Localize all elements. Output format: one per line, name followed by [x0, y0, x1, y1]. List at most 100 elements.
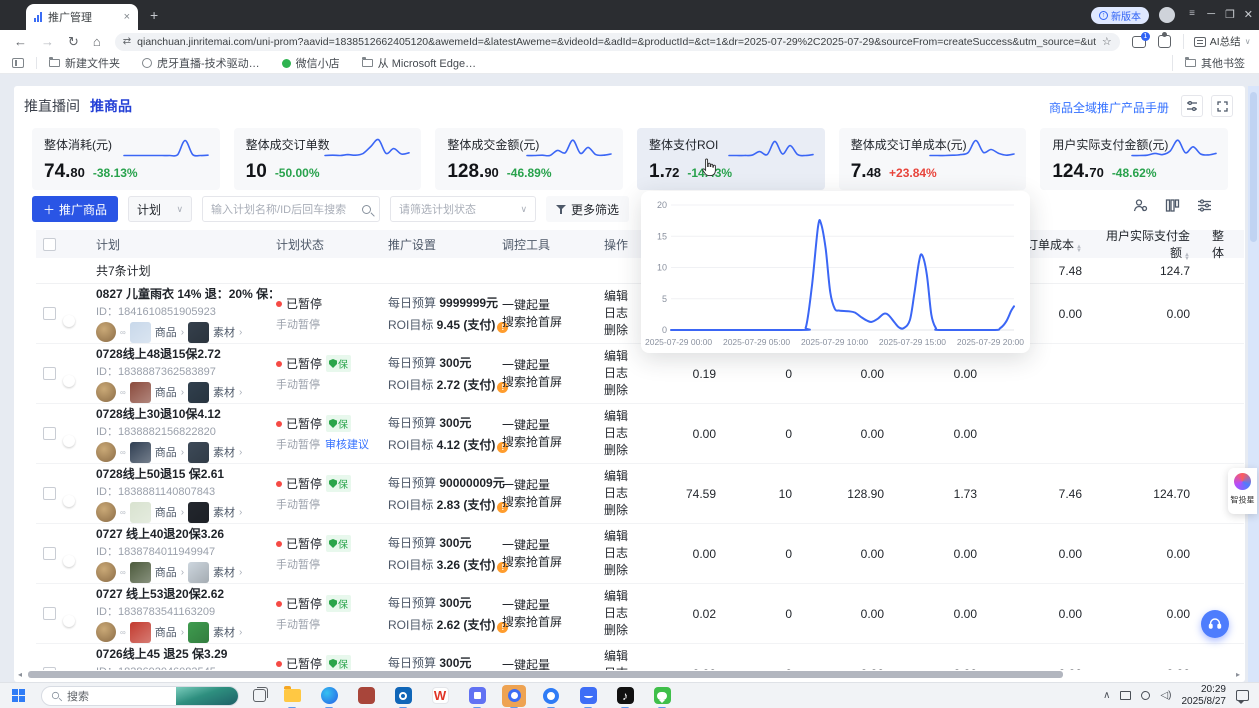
more-filter-button[interactable]: 更多筛选 [546, 196, 629, 222]
new-version-button[interactable]: ↑ 新版本 [1091, 7, 1149, 24]
edit-link[interactable]: 编辑 [604, 468, 654, 485]
plan-type-select[interactable]: 计划∨ [128, 196, 192, 222]
product-thumbnail[interactable] [130, 562, 151, 583]
tab-close-icon[interactable]: × [124, 11, 130, 23]
sort-icon[interactable]: ▲▼ [1184, 253, 1190, 261]
boost-link[interactable]: 一键起量 [502, 657, 584, 671]
browser-tab[interactable]: 推广管理 × [26, 4, 138, 30]
plan-title[interactable]: 0827 儿童雨衣 14% 退：20% 保：9.92 [96, 285, 272, 302]
edit-link[interactable]: 编辑 [604, 648, 654, 665]
row-checkbox[interactable] [43, 487, 56, 500]
product-manual-link[interactable]: 商品全域推广产品手册 [1049, 99, 1169, 116]
stat-card[interactable]: 用户实际支付金额(元)124.70-48.62% [1040, 128, 1228, 190]
tab-promote-product[interactable]: 推商品 [90, 96, 132, 116]
tray-display-icon[interactable] [1120, 691, 1131, 700]
delete-link[interactable]: 删除 [604, 622, 654, 639]
back-icon[interactable]: ← [14, 34, 27, 49]
tray-mic-icon[interactable] [1141, 691, 1150, 700]
stat-card[interactable]: 整体消耗(元)74.80-38.13% [32, 128, 220, 190]
material-thumbnail[interactable] [188, 622, 209, 643]
log-link[interactable]: 日志 [604, 485, 654, 502]
help-button[interactable] [1201, 610, 1229, 638]
edit-link[interactable]: 编辑 [604, 588, 654, 605]
search-screen-link[interactable]: 搜索抢首屏 [502, 374, 584, 391]
material-link[interactable]: 素材 [213, 624, 235, 640]
material-thumbnail[interactable] [188, 562, 209, 583]
row-checkbox[interactable] [43, 307, 56, 320]
taskbar-app-blue-app-icon[interactable] [576, 685, 600, 707]
tray-expand-icon[interactable]: ∧ [1103, 690, 1110, 701]
search-screen-link[interactable]: 搜索抢首屏 [502, 614, 584, 631]
sort-icon[interactable]: ▲▼ [1076, 245, 1082, 253]
assistant-widget[interactable]: 智投星 [1228, 468, 1257, 514]
delete-link[interactable]: 删除 [604, 502, 654, 519]
task-view-button[interactable] [253, 689, 266, 702]
bookmark-item[interactable]: 虎牙直播-技术驱动… [142, 55, 260, 71]
plan-title[interactable]: 0728线上48退15保2.72 [96, 345, 272, 362]
material-thumbnail[interactable] [188, 442, 209, 463]
material-link[interactable]: 素材 [213, 324, 235, 340]
horizontal-scrollbar[interactable]: ◂ ▸ [18, 670, 1240, 679]
metric-adjust-button[interactable] [1181, 95, 1203, 117]
material-link[interactable]: 素材 [213, 564, 235, 580]
site-info-icon[interactable]: ⇄ [123, 36, 131, 47]
col-user-paid[interactable]: 用户实际支付金额▲▼ [1096, 227, 1204, 261]
plan-title[interactable]: 0728线上50退15 保2.61 [96, 465, 272, 482]
page-scrollbar[interactable] [1248, 86, 1259, 682]
review-suggestion-link[interactable]: 审核建议 [325, 436, 369, 452]
column-settings-icon[interactable] [1165, 198, 1180, 213]
page-scroll-thumb[interactable] [1250, 92, 1257, 242]
taskbar-app-file-explorer-icon[interactable] [280, 685, 304, 707]
window-close-icon[interactable]: ✕ [1244, 8, 1253, 21]
stat-card[interactable]: 整体成交金额(元)128.90-46.89% [435, 128, 623, 190]
taskbar-app-douyin-icon[interactable]: ♪ [613, 685, 637, 707]
col-status[interactable]: 计划状态 [272, 236, 380, 253]
browser-menu-icon[interactable]: ≡ [1189, 8, 1195, 19]
plan-title[interactable]: 0727 线上40退20保3.26 [96, 525, 272, 542]
delete-link[interactable]: 删除 [604, 562, 654, 579]
side-panel-icon[interactable] [12, 58, 24, 68]
log-link[interactable]: 日志 [604, 605, 654, 622]
plan-title[interactable]: 0727 线上53退20保2.62 [96, 585, 272, 602]
notification-icon[interactable] [1236, 690, 1249, 701]
ai-summary-button[interactable]: AI总结 ∨ [1183, 34, 1251, 49]
stat-card[interactable]: 整体成交订单成本(元)7.48+23.84% [839, 128, 1027, 190]
scroll-right-icon[interactable]: ▸ [1236, 670, 1240, 679]
tab-live-room[interactable]: 推直播间 [24, 96, 80, 116]
plan-title[interactable]: 0728线上30退10保4.12 [96, 405, 272, 422]
taskbar-search[interactable]: 搜索 [41, 686, 239, 706]
log-link[interactable]: 日志 [604, 545, 654, 562]
bookmark-item[interactable]: 新建文件夹 [49, 55, 120, 71]
maximize-icon[interactable]: ❐ [1225, 8, 1235, 21]
search-screen-link[interactable]: 搜索抢首屏 [502, 554, 584, 571]
scroll-thumb[interactable] [28, 671, 1063, 678]
material-link[interactable]: 素材 [213, 504, 235, 520]
search-screen-link[interactable]: 搜索抢首屏 [502, 314, 584, 331]
minimize-icon[interactable]: ─ [1207, 8, 1215, 20]
taskbar-app-edge-icon[interactable] [317, 685, 341, 707]
taskbar-app-purple-app-icon[interactable] [465, 685, 489, 707]
product-thumbnail[interactable] [130, 382, 151, 403]
edit-link[interactable]: 编辑 [604, 408, 654, 425]
taskbar-app-orange-active-app-icon[interactable] [502, 685, 526, 707]
bookmark-star-icon[interactable]: ☆ [1102, 35, 1112, 48]
taskbar-app-wps-icon[interactable]: W [428, 685, 452, 707]
home-icon[interactable]: ⌂ [93, 34, 101, 49]
search-screen-link[interactable]: 搜索抢首屏 [502, 494, 584, 511]
new-tab-icon[interactable]: + [150, 8, 158, 22]
boost-link[interactable]: 一键起量 [502, 357, 584, 374]
fullscreen-button[interactable] [1211, 95, 1233, 117]
product-link[interactable]: 商品 [155, 624, 177, 640]
filter-settings-icon[interactable] [1197, 198, 1212, 213]
plan-search-input[interactable]: 输入计划名称/ID后回车搜索 [202, 196, 380, 222]
tray-clock[interactable]: 20:29 2025/8/27 [1182, 684, 1227, 708]
col-overall[interactable]: 整体 [1204, 227, 1244, 261]
taskbar-app-blue-circle-app-icon[interactable] [539, 685, 563, 707]
delete-link[interactable]: 删除 [604, 442, 654, 459]
plan-title[interactable]: 0726线上45 退25 保3.29 [96, 645, 272, 662]
row-checkbox[interactable] [43, 607, 56, 620]
taskbar-app-red-app-icon[interactable] [354, 685, 378, 707]
scroll-left-icon[interactable]: ◂ [18, 670, 22, 679]
material-link[interactable]: 素材 [213, 384, 235, 400]
bookmark-item[interactable]: 微信小店 [282, 55, 340, 71]
